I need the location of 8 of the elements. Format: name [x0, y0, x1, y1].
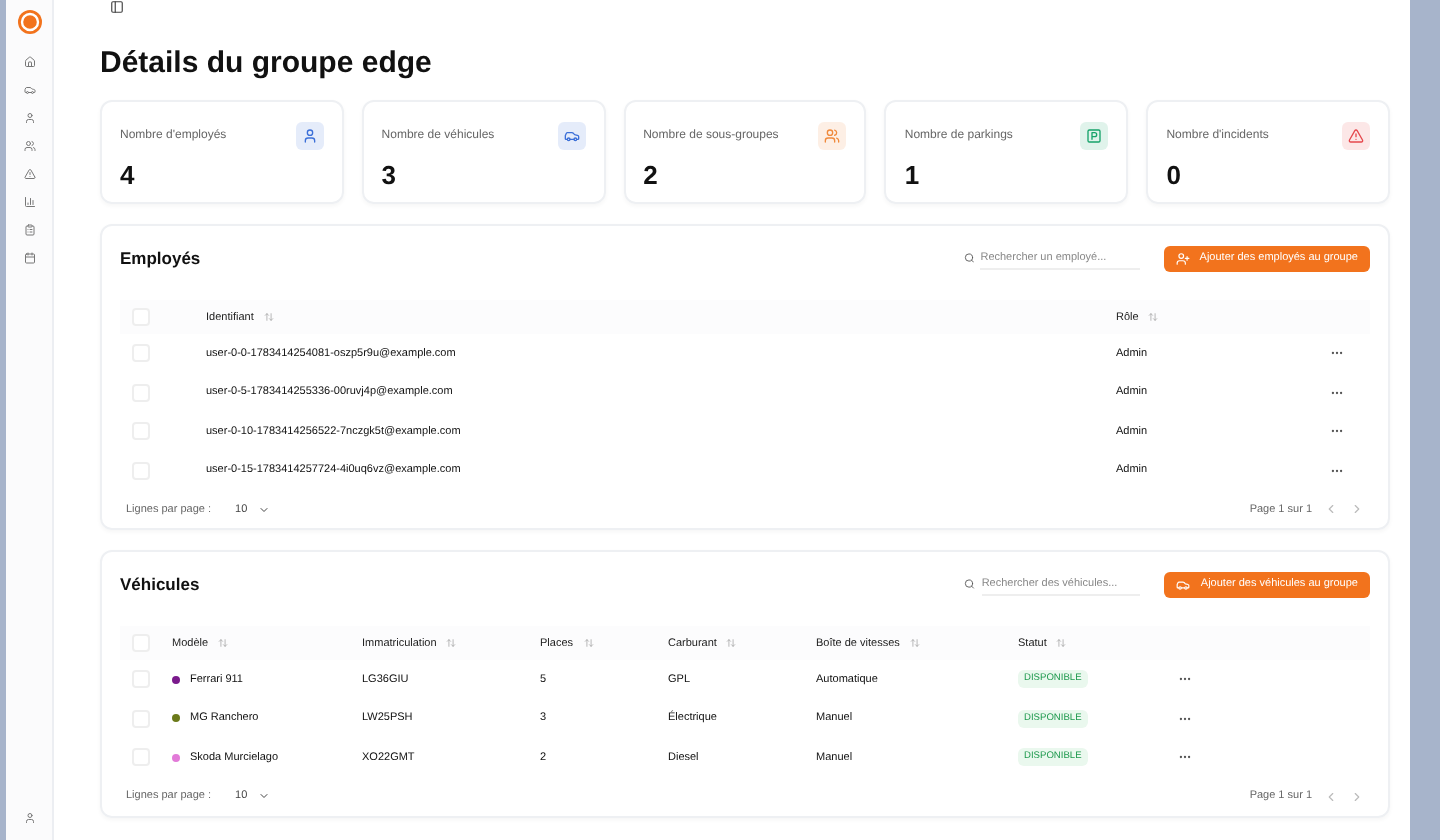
stat-value: 1 [904, 159, 922, 193]
stat-value: 4 [120, 159, 137, 193]
section-title: Employés [120, 248, 201, 268]
stat-value: 2 [643, 159, 660, 193]
stat-value: 3 [381, 159, 399, 193]
section-title: Véhicules [120, 574, 200, 594]
page-title: Détails du groupe edge [100, 46, 434, 80]
stat-value: 0 [1166, 159, 1183, 193]
